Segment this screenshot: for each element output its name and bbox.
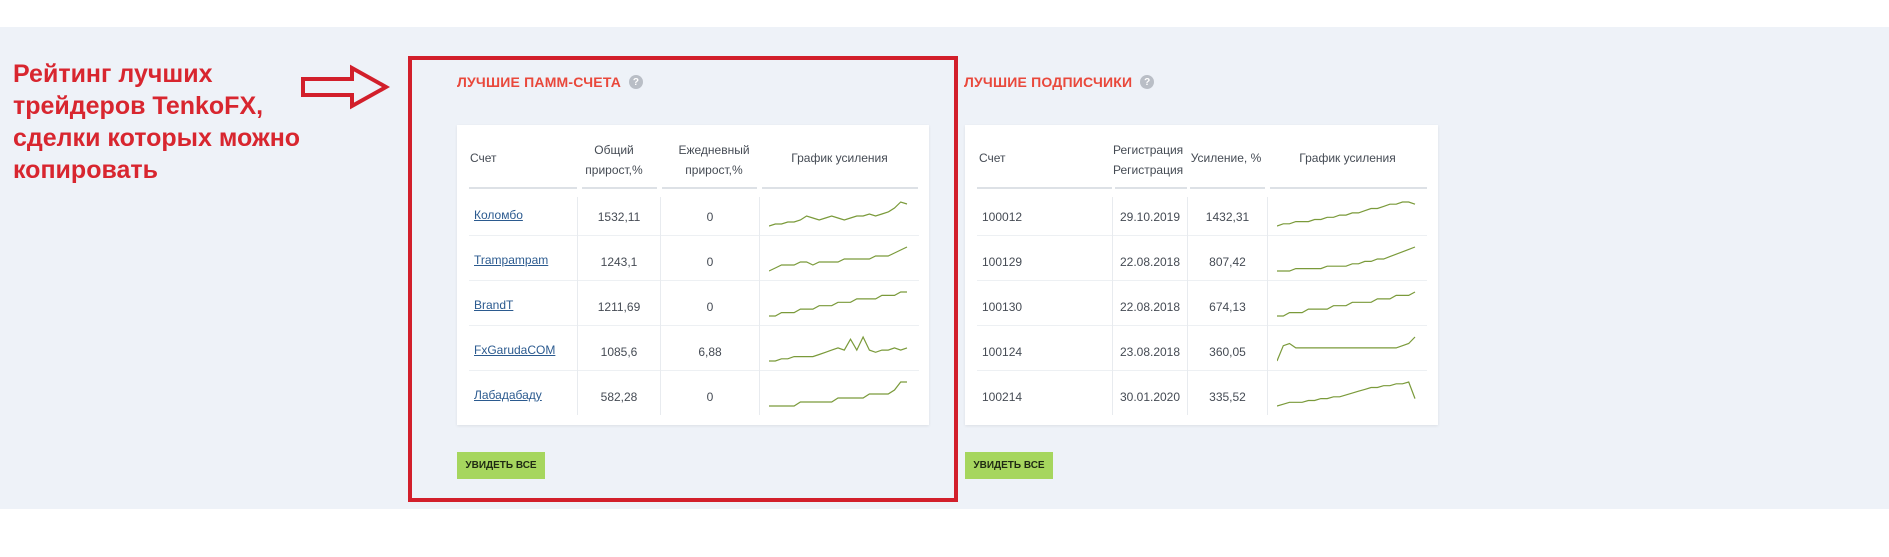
subscriber-account: 100130 [982,300,1023,314]
subscriber-account: 100012 [982,210,1023,224]
row-separator [977,370,1427,371]
sparkline-path [1277,336,1416,362]
header-underline [762,187,918,189]
total-growth-value: 582,28 [600,390,638,404]
growth-sparkline [769,291,907,317]
row-separator [977,235,1427,236]
sparkline-path [1277,201,1416,227]
daily-growth-value: 6,88 [698,345,722,359]
annotation-line: сделки которых можно [13,124,301,152]
total-growth-value: 1211,69 [597,300,641,314]
header-chart: График усиления [791,151,888,165]
gain-value: 335,52 [1209,390,1246,404]
gain-value: 674,13 [1209,300,1246,314]
subscriber-account: 100124 [982,345,1023,359]
account-link[interactable]: BrandT [474,297,513,313]
header-gain: Усиление, % [1190,151,1262,165]
daily-growth-value: 0 [706,390,714,404]
growth-sparkline [769,201,908,227]
annotation-arrow-icon [301,64,390,110]
growth-sparkline [1277,201,1416,227]
daily-growth-value: 0 [706,210,714,224]
pamm-section-title: ЛУЧШИЕ ПАММ-СЧЕТА ? [457,74,644,90]
registration-date: 22.08.2018 [1119,300,1181,314]
row-separator [977,280,1427,281]
header-underline [1190,187,1265,189]
account-link[interactable]: Trampampam [474,252,548,268]
sparkline-path [1277,291,1416,317]
header-underline [582,187,657,189]
header-underline [662,187,757,189]
total-growth-value: 1243,1 [600,255,638,269]
growth-sparkline [769,246,908,272]
pamm-title-text: ЛУЧШИЕ ПАММ-СЧЕТА [457,74,622,90]
growth-sparkline [769,335,908,362]
subscribers-section-title: ЛУЧШИЕ ПОДПИСЧИКИ ? [964,74,1155,90]
growth-sparkline [1277,381,1416,407]
registration-date: 30.01.2020 [1119,390,1181,404]
row-separator [469,325,919,326]
header-underline [469,187,577,189]
column-separator [759,197,760,415]
growth-sparkline [1277,246,1416,272]
header-underline [1270,187,1427,189]
question-circle-icon[interactable]: ? [629,75,644,89]
daily-growth-value: 0 [706,300,714,314]
row-separator [469,280,919,281]
registration-date: 29.10.2019 [1119,210,1181,224]
gain-value: 1432,31 [1205,210,1250,224]
subscribers-title-text: ЛУЧШИЕ ПОДПИСЧИКИ [964,74,1133,90]
total-growth-value: 1085,6 [600,345,638,359]
header-total-growth: Общий прирост,% [585,143,643,177]
annotation-line: копировать [13,156,159,184]
sparkline-path [769,246,908,272]
gain-value: 807,42 [1209,255,1246,269]
account-link[interactable]: Коломбо [474,207,523,223]
account-link[interactable]: FxGarudaCOM [474,342,555,358]
growth-sparkline [1277,291,1416,317]
total-growth-value: 1532,11 [597,210,641,224]
registration-date: 23.08.2018 [1119,345,1181,359]
sparkline-path [769,381,907,407]
growth-sparkline [1277,336,1416,362]
subscriber-account: 100214 [982,390,1023,404]
header-chart: График усиления [1299,151,1396,165]
account-link[interactable]: Лабадабаду [474,387,542,403]
sparkline-path [1277,381,1416,407]
column-separator [577,197,578,415]
row-separator [469,235,919,236]
pamm-see-all-button[interactable]: УВИДЕТЬ ВСЕ [457,452,545,479]
column-separator [1267,197,1268,415]
subscribers-see-all-button[interactable]: УВИДЕТЬ ВСЕ [965,452,1053,479]
header-underline [1115,187,1187,189]
row-separator [469,370,919,371]
subscribers-table-card: Счет Регистрация Регистрация Усиление, %… [965,125,1438,425]
header-daily-growth: Ежедневный прирост,% [678,143,750,177]
sparkline-path [1277,246,1416,272]
registration-date: 22.08.2018 [1119,255,1181,269]
row-separator [977,325,1427,326]
header-registration: Регистрация Регистрация [1113,143,1184,177]
gain-value: 360,05 [1209,345,1246,359]
header-account: Счет [470,151,497,165]
header-account: Счет [979,151,1006,165]
subscriber-account: 100129 [982,255,1023,269]
sparkline-path [769,335,908,362]
sparkline-path [769,201,908,227]
daily-growth-value: 0 [706,255,714,269]
sparkline-path [769,291,907,317]
header-underline [977,187,1112,189]
pamm-table-card: Счет Общий прирост,% Ежедневный прирост,… [457,125,929,425]
question-circle-icon[interactable]: ? [1140,75,1155,89]
growth-sparkline [769,381,907,407]
